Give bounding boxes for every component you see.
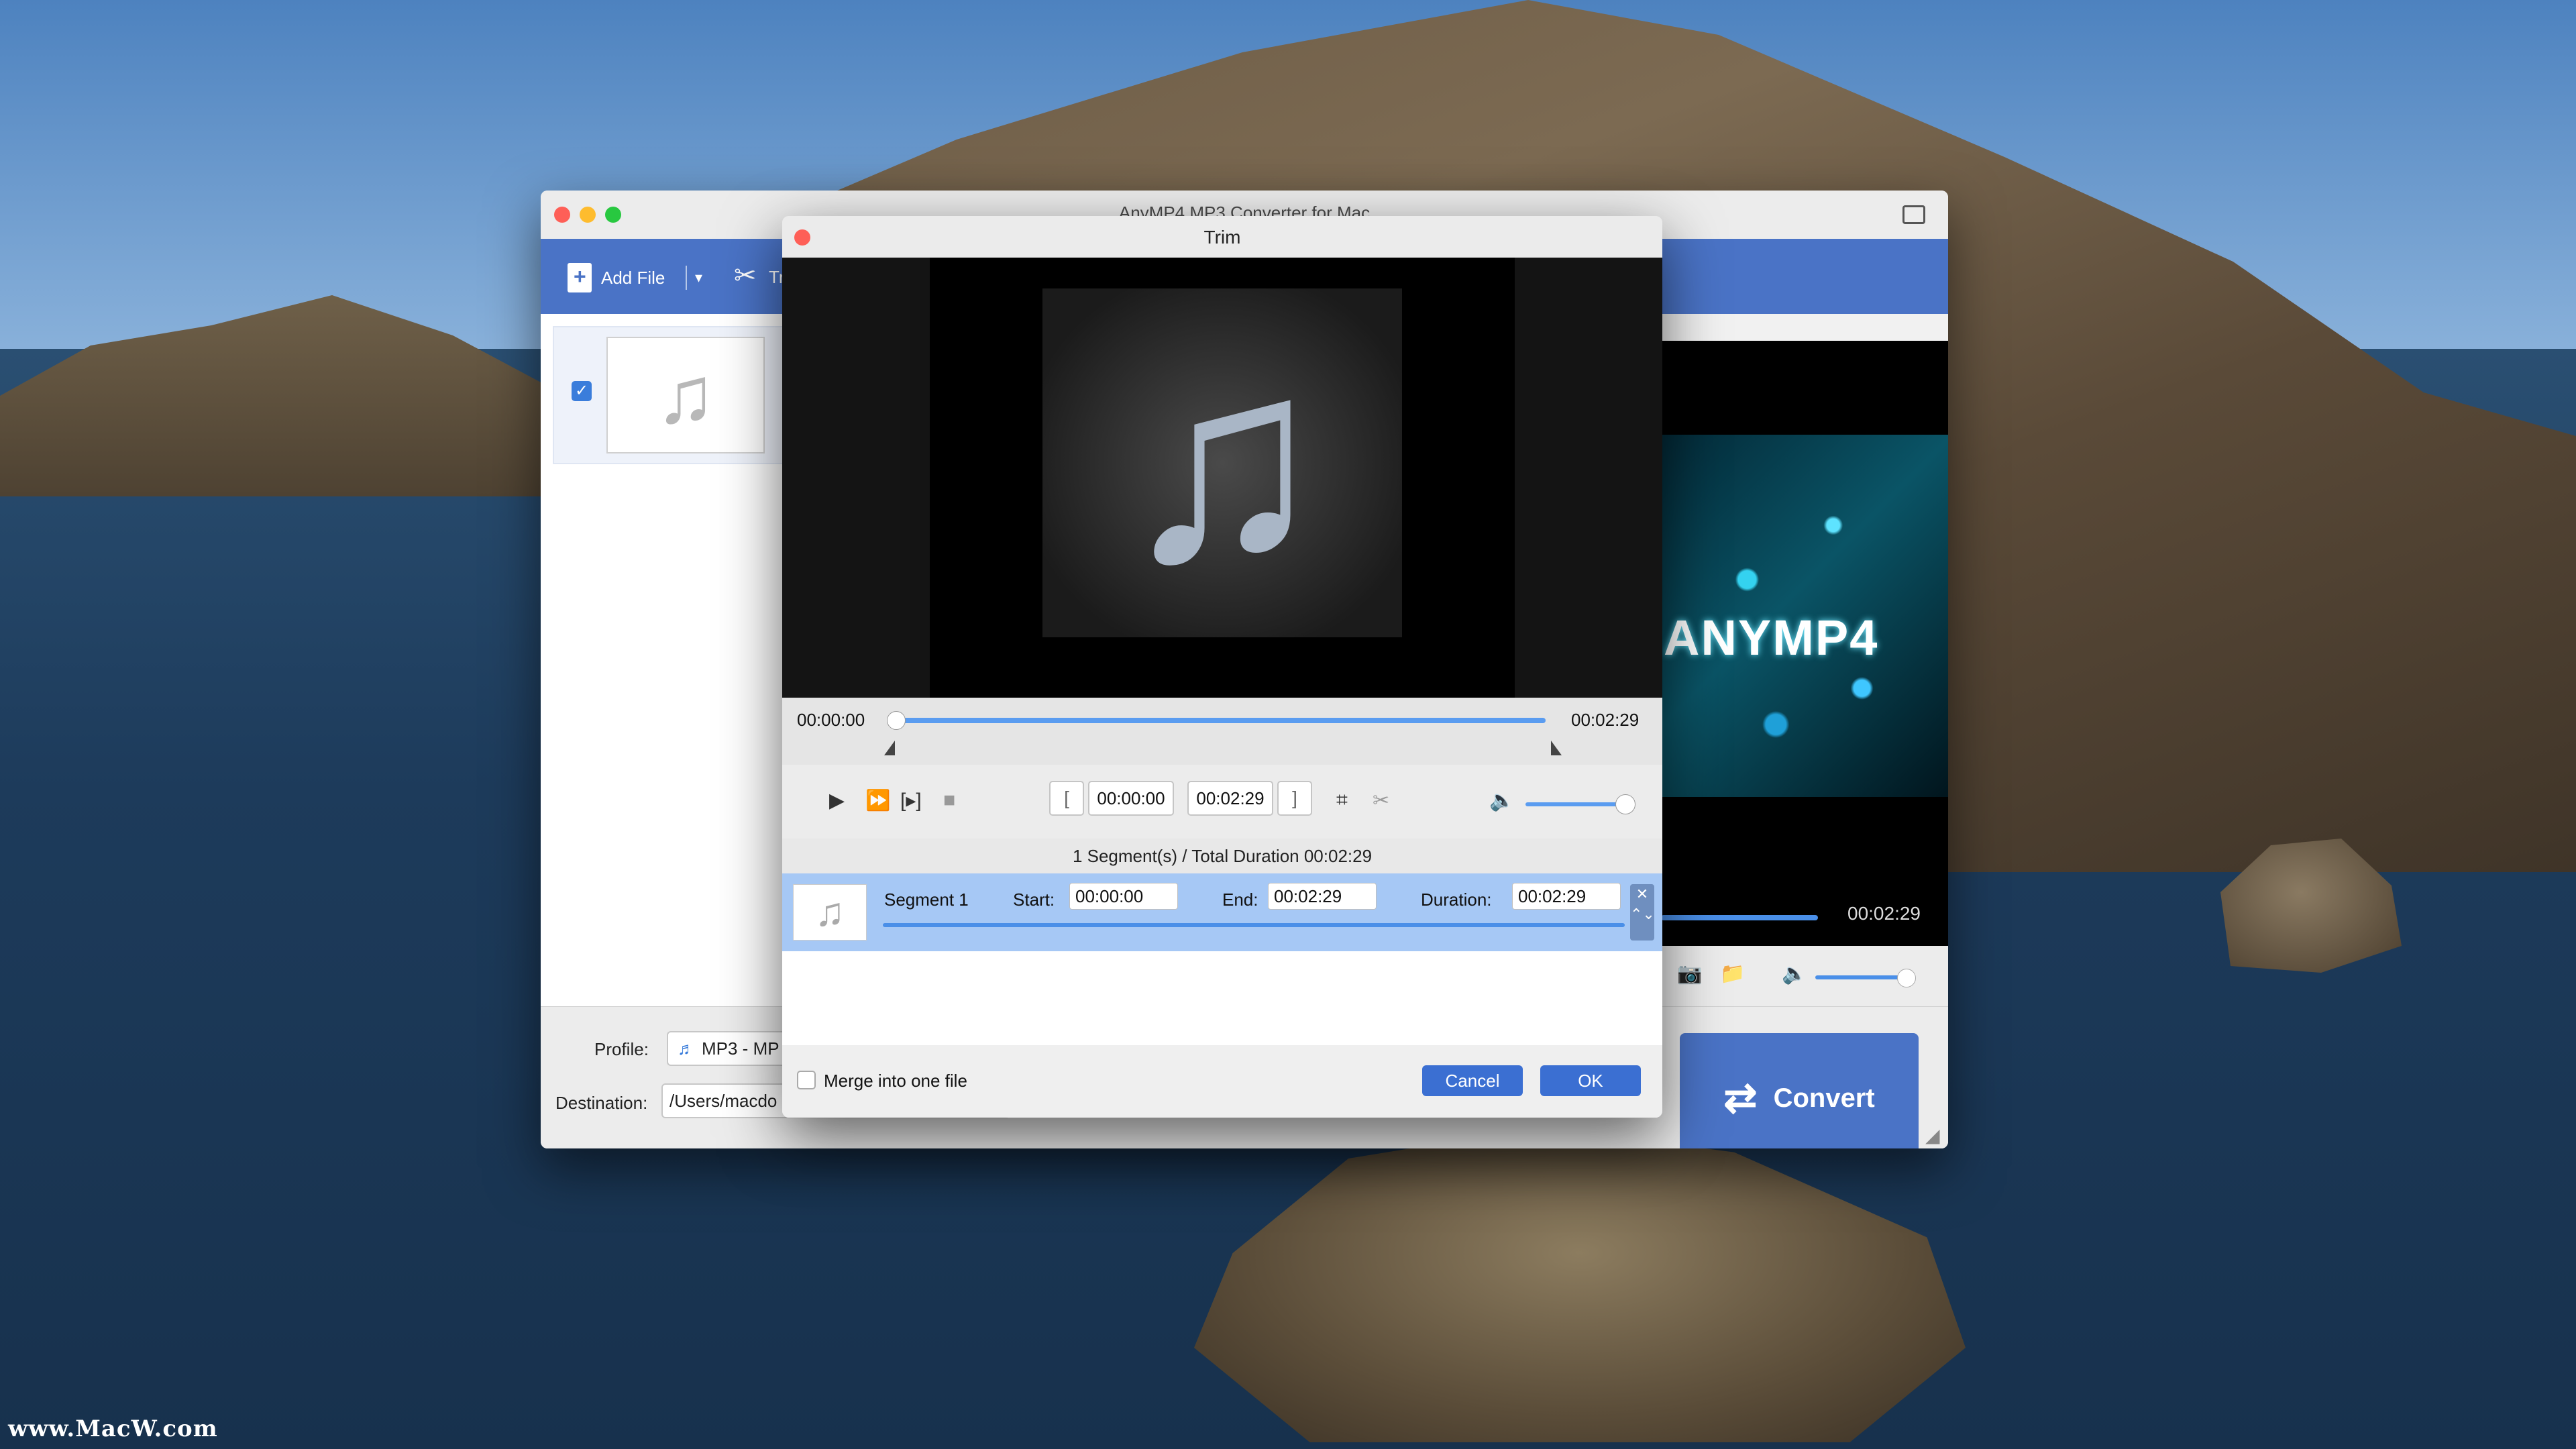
add-file-dropdown[interactable]: ▾ xyxy=(686,266,702,290)
trim-controls: ▶ ⏩ [▸] ■ [ 00:00:00 00:02:29 ] ⌗ ✂ 🔈 xyxy=(782,765,1662,839)
segment-list: ♫ Segment 1 Start: 00:00:00 End: 00:02:2… xyxy=(782,873,1662,1046)
volume-icon[interactable]: 🔈 xyxy=(1782,962,1807,985)
segment-end-field[interactable]: 00:02:29 xyxy=(1268,883,1377,910)
preview-panel: ANYMP4 00:02:29 xyxy=(1661,341,1948,946)
stop-icon[interactable]: ■ xyxy=(943,789,955,812)
trim-titlebar: Trim xyxy=(782,216,1662,258)
trim-video-area: ♫ xyxy=(782,258,1662,698)
start-marker-handle[interactable] xyxy=(884,741,895,755)
segment-range-bar xyxy=(883,923,1625,927)
preview-volume-knob[interactable] xyxy=(1897,969,1916,987)
convert-button[interactable]: ⇄ Convert xyxy=(1680,1033,1919,1148)
feedback-icon[interactable] xyxy=(1902,205,1925,224)
add-segment-icon[interactable]: ⌗ xyxy=(1336,789,1348,812)
merge-checkbox[interactable] xyxy=(797,1071,816,1089)
profile-value: MP3 - MP xyxy=(702,1038,780,1059)
add-file-icon xyxy=(568,263,592,292)
fast-forward-icon[interactable]: ⏩ xyxy=(865,789,890,812)
end-marker-handle[interactable] xyxy=(1551,741,1562,755)
preview-volume-slider[interactable] xyxy=(1815,975,1902,979)
file-checkbox[interactable]: ✓ xyxy=(572,381,592,401)
split-icon[interactable]: ✂ xyxy=(1373,789,1389,812)
watermark: www.MacW.com xyxy=(8,1415,218,1442)
preview-controls: 📷 📁 🔈 xyxy=(1661,946,1948,1006)
trim-footer: Merge into one file Cancel OK xyxy=(782,1045,1662,1118)
convert-label: Convert xyxy=(1773,1083,1875,1113)
segment-thumbnail: ♫ xyxy=(793,884,867,941)
merge-label: Merge into one file xyxy=(824,1071,967,1091)
destination-label: Destination: xyxy=(555,1093,648,1113)
convert-icon: ⇄ xyxy=(1723,1075,1758,1120)
set-end-button[interactable]: ] xyxy=(1277,781,1312,816)
timeline-track[interactable] xyxy=(895,718,1546,723)
preview-progress-bar[interactable] xyxy=(1661,915,1818,920)
add-file-label: Add File xyxy=(601,267,665,288)
resize-grip-icon[interactable]: ◢ xyxy=(1925,1124,1940,1146)
play-icon[interactable]: ▶ xyxy=(829,789,845,812)
music-note-icon: ♫ xyxy=(606,337,765,453)
segment-start-field[interactable]: 00:00:00 xyxy=(1069,883,1178,910)
segment-name: Segment 1 xyxy=(884,890,969,910)
snapshot-icon[interactable]: 📷 xyxy=(1677,962,1702,985)
segment-row[interactable]: ♫ Segment 1 Start: 00:00:00 End: 00:02:2… xyxy=(782,873,1662,951)
ok-button[interactable]: OK xyxy=(1540,1065,1641,1096)
end-time-field[interactable]: 00:02:29 xyxy=(1187,781,1273,816)
timeline-end-time: 00:02:29 xyxy=(1571,710,1640,730)
volume-knob[interactable] xyxy=(1615,794,1635,814)
volume-slider[interactable] xyxy=(1525,802,1626,806)
add-file-button[interactable]: Add File xyxy=(568,263,665,292)
profile-label: Profile: xyxy=(594,1039,649,1059)
trim-dialog: Trim ♫ 00:00:00 00:02:29 ▶ ⏩ [▸] ■ [ 00:… xyxy=(782,216,1662,1118)
trim-timeline: 00:00:00 00:02:29 xyxy=(782,698,1662,765)
audio-format-icon: ♬ xyxy=(678,1038,695,1059)
segment-end-label: End: xyxy=(1222,890,1258,910)
timeline-start-time: 00:00:00 xyxy=(797,710,865,730)
segment-duration-label: Duration: xyxy=(1421,890,1492,910)
segment-start-label: Start: xyxy=(1013,890,1055,910)
folder-icon[interactable]: 📁 xyxy=(1720,962,1745,985)
preview-time: 00:02:29 xyxy=(1847,903,1921,924)
start-time-field[interactable]: 00:00:00 xyxy=(1088,781,1174,816)
segment-remove-icon[interactable]: ✕ ⌃⌄ xyxy=(1630,884,1655,941)
music-note-icon: ♫ xyxy=(1116,305,1328,620)
scissors-icon[interactable]: ✂ xyxy=(734,260,757,291)
segment-duration-field[interactable]: 00:02:29 xyxy=(1512,883,1621,910)
timeline-playhead[interactable] xyxy=(887,711,906,730)
loop-segment-icon[interactable]: [▸] xyxy=(900,789,922,812)
trim-title: Trim xyxy=(1203,227,1241,248)
volume-icon[interactable]: 🔈 xyxy=(1489,789,1514,812)
segment-summary: 1 Segment(s) / Total Duration 00:02:29 xyxy=(782,839,1662,873)
set-start-button[interactable]: [ xyxy=(1049,781,1084,816)
preview-brand-text: ANYMP4 xyxy=(1664,610,1879,665)
cancel-button[interactable]: Cancel xyxy=(1422,1065,1523,1096)
